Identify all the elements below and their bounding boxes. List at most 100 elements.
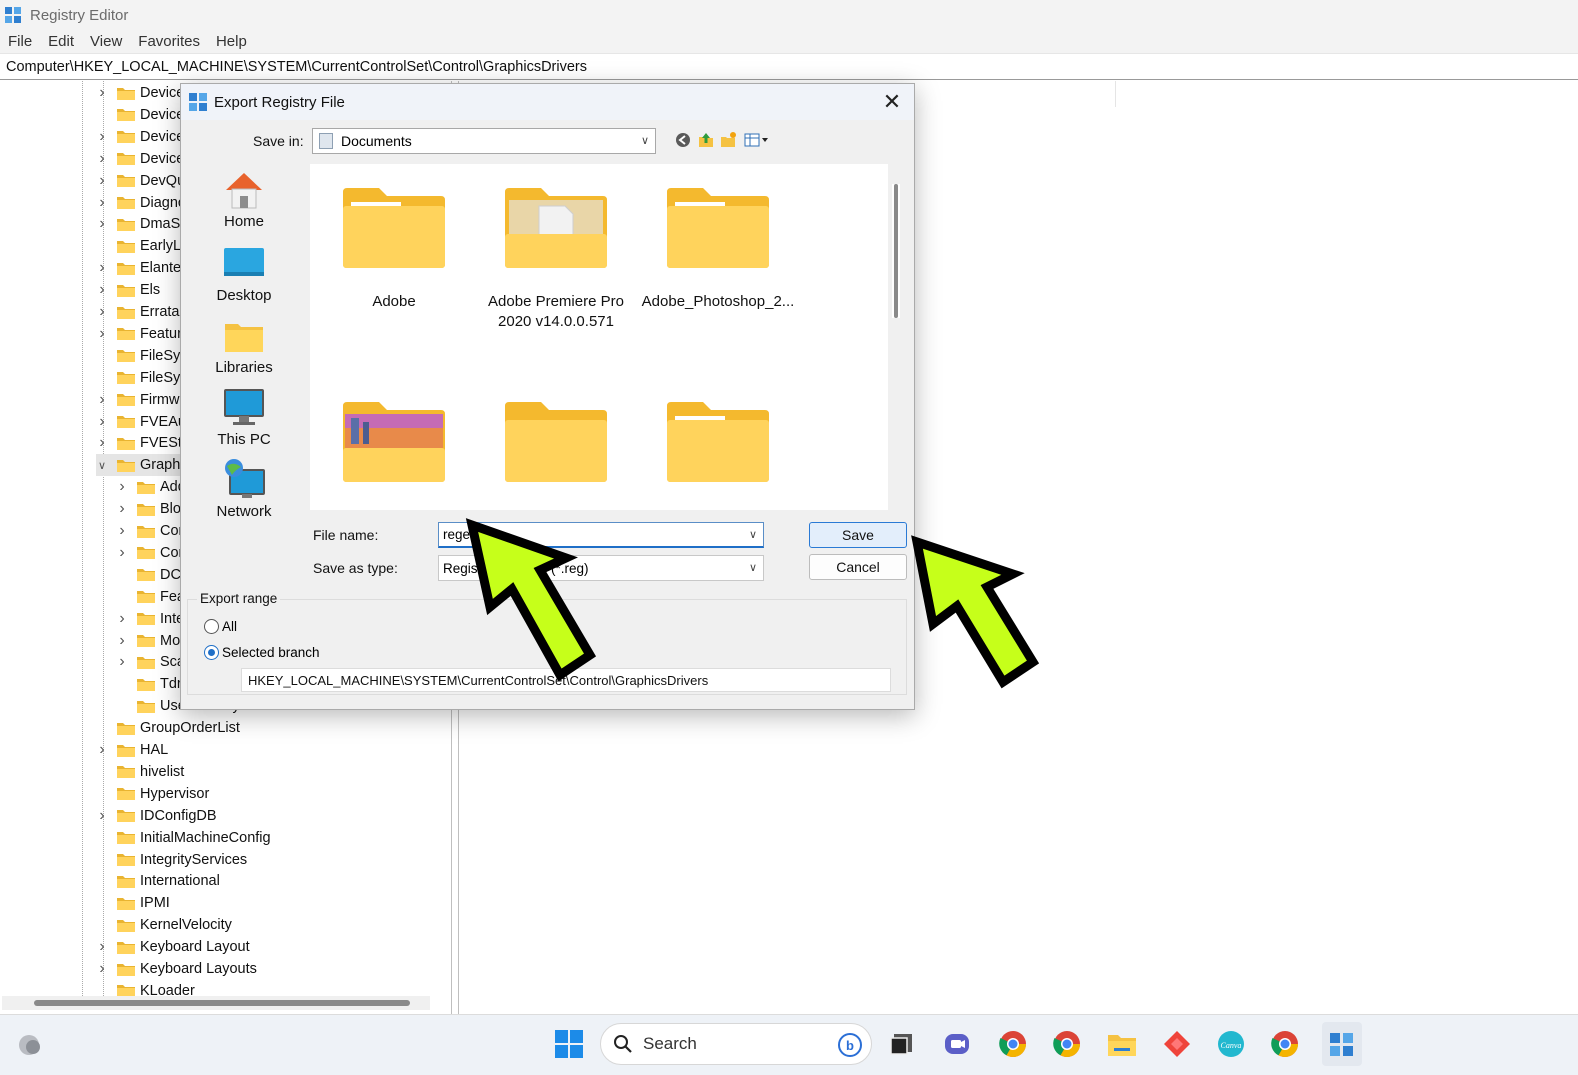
folder-item[interactable] — [475, 400, 637, 506]
radio-selected-label: Selected branch — [222, 645, 320, 660]
chevron-right-icon[interactable]: › — [96, 960, 108, 977]
chevron-right-icon[interactable]: › — [116, 544, 128, 561]
tree-item-label: IDConfigDB — [140, 807, 217, 824]
tree-item[interactable]: hivelist — [96, 761, 184, 783]
file-list-scrollbar[interactable] — [892, 184, 900, 318]
chevron-right-icon[interactable]: › — [96, 84, 108, 101]
taskbar-search-box[interactable]: Search b — [600, 1023, 872, 1065]
tree-item[interactable]: International — [96, 870, 220, 892]
up-folder-icon[interactable] — [697, 131, 715, 149]
tree-item[interactable]: IPMI — [96, 892, 170, 914]
radio-all[interactable]: All — [204, 619, 237, 634]
folder-icon — [137, 503, 155, 516]
chevron-right-icon[interactable]: › — [96, 741, 108, 758]
chevron-right-icon[interactable]: › — [116, 653, 128, 670]
chevron-right-icon[interactable]: › — [96, 150, 108, 167]
place-network[interactable]: Network — [187, 458, 301, 530]
save-as-type-label: Save as type: — [313, 560, 398, 576]
tree-item[interactable]: › IDConfigDB — [96, 805, 217, 827]
chevron-right-icon[interactable]: › — [96, 172, 108, 189]
view-menu-icon[interactable] — [743, 131, 773, 149]
cancel-button[interactable]: Cancel — [809, 554, 907, 580]
tree-item[interactable]: IntegrityServices — [96, 849, 247, 871]
start-icon[interactable] — [552, 1027, 586, 1061]
chevron-right-icon[interactable]: › — [96, 391, 108, 408]
tree-item[interactable]: › Keyboard Layouts — [96, 958, 257, 980]
menu-help[interactable]: Help — [208, 33, 255, 50]
regedit-icon[interactable] — [1322, 1022, 1362, 1066]
chrome-icon[interactable] — [1050, 1027, 1084, 1061]
menu-edit[interactable]: Edit — [40, 33, 82, 50]
chevron-right-icon[interactable]: › — [116, 610, 128, 627]
place-libraries[interactable]: Libraries — [187, 314, 301, 386]
tree-item[interactable]: › Errata — [96, 301, 179, 323]
weather-widget-icon[interactable] — [12, 1027, 46, 1061]
task-view-icon[interactable] — [885, 1027, 919, 1061]
chevron-down-icon[interactable]: ∨ — [749, 528, 757, 541]
tree-item[interactable]: › Els — [96, 279, 160, 301]
chevron-right-icon[interactable]: › — [96, 807, 108, 824]
home-icon — [222, 168, 266, 212]
column-divider[interactable] — [1115, 81, 1116, 107]
file-list[interactable]: Adobe Adobe Premiere Pro 2020 v14.0.0.57… — [310, 164, 888, 510]
back-icon[interactable] — [674, 131, 692, 149]
place-home[interactable]: Home — [187, 168, 301, 240]
canva-icon[interactable]: Canva — [1214, 1027, 1248, 1061]
chevron-right-icon[interactable]: › — [96, 215, 108, 232]
radio-button-checked[interactable] — [204, 645, 219, 660]
place-desktop[interactable]: Desktop — [187, 242, 301, 314]
tree-item-label: GroupOrderList — [140, 720, 240, 737]
radio-selected-branch[interactable]: Selected branch — [204, 645, 320, 660]
chevron-right-icon[interactable]: › — [96, 325, 108, 342]
chevron-right-icon[interactable]: › — [116, 522, 128, 539]
tree-item[interactable]: › HAL — [96, 739, 168, 761]
chrome-icon[interactable] — [996, 1027, 1030, 1061]
save-in-dropdown[interactable]: Documents ∨ — [312, 128, 656, 154]
menu-view[interactable]: View — [82, 33, 130, 50]
menu-file[interactable]: File — [0, 33, 40, 50]
folder-icon — [665, 400, 771, 484]
tree-item[interactable]: Hypervisor — [96, 783, 209, 805]
folder-item[interactable]: Adobe_Photoshop_2... — [637, 186, 799, 312]
chevron-right-icon[interactable]: › — [116, 478, 128, 495]
anydesk-icon[interactable] — [1160, 1027, 1194, 1061]
chrome-icon[interactable] — [1268, 1027, 1302, 1061]
save-button[interactable]: Save — [809, 522, 907, 548]
chevron-right-icon[interactable]: › — [96, 413, 108, 430]
folder-item[interactable] — [313, 400, 475, 506]
place-this-pc[interactable]: This PC — [187, 386, 301, 458]
folder-item[interactable] — [637, 400, 799, 506]
chevron-right-icon[interactable]: › — [96, 259, 108, 276]
new-folder-icon[interactable] — [719, 131, 737, 149]
tree-item[interactable]: DCI — [116, 564, 185, 586]
menu-favorites[interactable]: Favorites — [130, 33, 208, 50]
chevron-right-icon[interactable]: › — [96, 281, 108, 298]
address-bar[interactable]: Computer\HKEY_LOCAL_MACHINE\SYSTEM\Curre… — [0, 55, 1578, 80]
scrollbar-thumb[interactable] — [894, 184, 898, 318]
folder-item[interactable]: Adobe Premiere Pro 2020 v14.0.0.571 — [475, 186, 637, 332]
chevron-down-icon[interactable]: ∨ — [96, 459, 108, 472]
teams-icon[interactable] — [940, 1027, 974, 1061]
chevron-right-icon[interactable]: › — [96, 938, 108, 955]
folder-icon — [137, 678, 155, 691]
chevron-right-icon[interactable]: › — [96, 194, 108, 211]
horizontal-scrollbar[interactable] — [2, 996, 430, 1010]
chevron-right-icon[interactable]: › — [116, 500, 128, 517]
file-explorer-icon[interactable] — [1105, 1027, 1139, 1061]
chevron-right-icon[interactable]: › — [116, 632, 128, 649]
chevron-right-icon[interactable]: › — [96, 128, 108, 145]
tree-item[interactable]: InitialMachineConfig — [96, 827, 271, 849]
scrollbar-thumb[interactable] — [34, 1000, 410, 1006]
tree-item[interactable]: GroupOrderList — [96, 717, 240, 739]
folder-icon — [117, 788, 135, 801]
tree-item[interactable]: › Keyboard Layout — [96, 936, 249, 958]
close-icon[interactable]: ✕ — [880, 89, 904, 114]
folder-item[interactable]: Adobe — [313, 186, 475, 312]
chevron-right-icon[interactable]: › — [96, 434, 108, 451]
tree-item[interactable]: KernelVelocity — [96, 914, 232, 936]
radio-button[interactable] — [204, 619, 219, 634]
chevron-right-icon[interactable]: › — [96, 303, 108, 320]
